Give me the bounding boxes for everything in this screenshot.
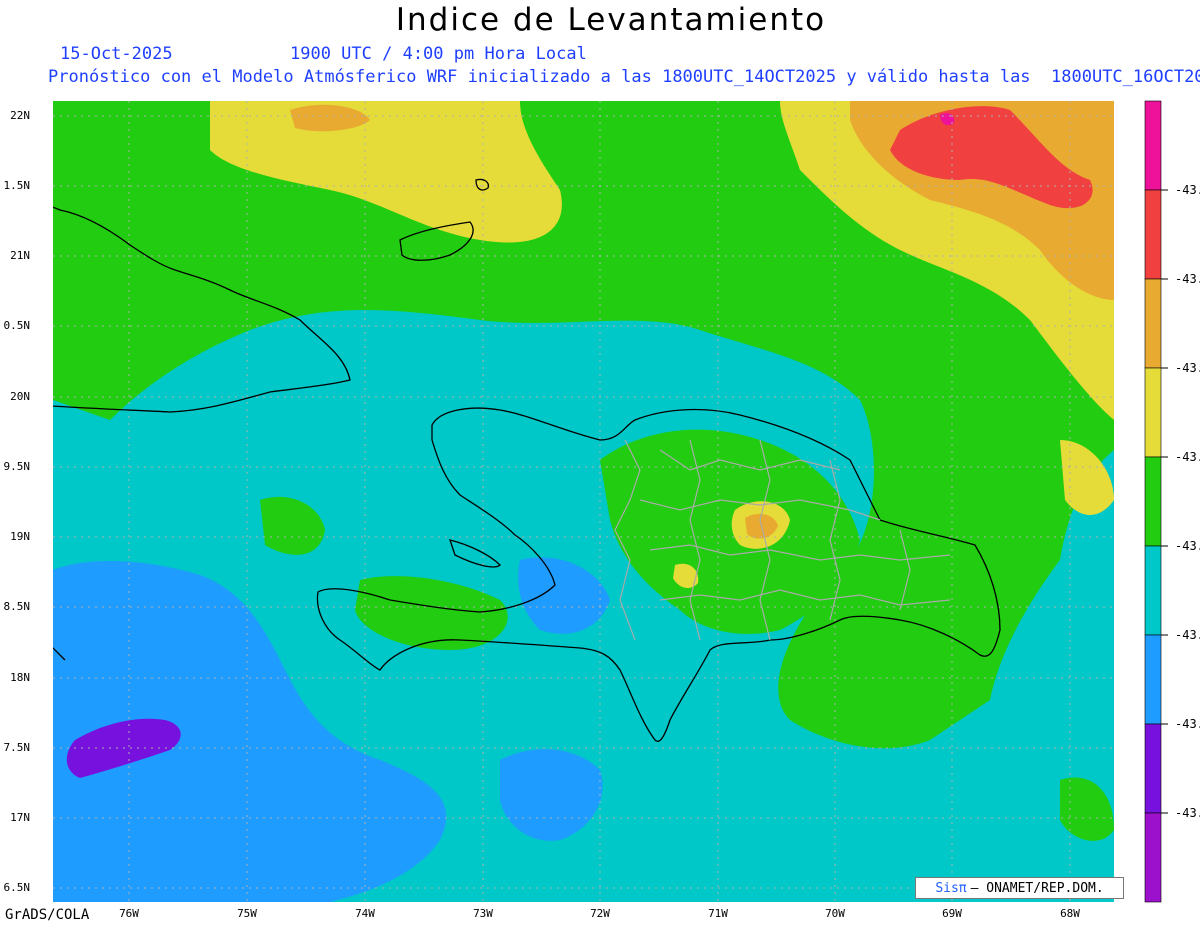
- lon-tick: 69W: [942, 907, 962, 920]
- colorbar: [1144, 100, 1162, 903]
- lat-tick: 1.5N: [3, 179, 31, 192]
- lon-tick: 71W: [708, 907, 728, 920]
- lat-tick: 6.5N: [3, 881, 31, 894]
- lon-tick: 68W: [1060, 907, 1080, 920]
- colorbar-label: -43.6: [1175, 628, 1200, 642]
- colorbar-ticks: [1161, 189, 1168, 814]
- colorbar-label: -43.4: [1175, 450, 1200, 464]
- lon-tick: 72W: [590, 907, 610, 920]
- lat-tick: 22N: [10, 109, 30, 122]
- colorbar-segment-6: [1144, 545, 1162, 636]
- colorbar-label: -43.5: [1175, 539, 1200, 553]
- lat-tick: 17N: [10, 811, 30, 824]
- colorbar-label: -43.8: [1175, 806, 1200, 820]
- lat-tick: 18N: [10, 671, 30, 684]
- colorbar-segment-4: [1144, 367, 1162, 458]
- lon-tick: 70W: [825, 907, 845, 920]
- lat-tick: 8.5N: [3, 600, 31, 613]
- credit-org: – ONAMET/REP.DOM.: [970, 880, 1104, 896]
- colorbar-segment-2: [1144, 189, 1162, 280]
- lat-tick: 21N: [10, 249, 30, 262]
- colorbar-segment-5: [1144, 456, 1162, 547]
- colorbar-segment-7: [1144, 634, 1162, 725]
- lat-tick: 7.5N: [3, 741, 31, 754]
- colorbar-segment-1: [1144, 100, 1162, 191]
- colorbar-segment-9: [1144, 812, 1162, 903]
- software-label: GrADS/COLA: [5, 907, 90, 923]
- lon-tick: 74W: [355, 907, 375, 920]
- colorbar-segment-3: [1144, 278, 1162, 369]
- colorbar-label: -43.2: [1175, 272, 1200, 286]
- field-layer: [53, 101, 1114, 902]
- colorbar-label: -43.1: [1175, 183, 1200, 197]
- colorbar-segment-8: [1144, 723, 1162, 814]
- colorbar-label: -43.3: [1175, 361, 1200, 375]
- credit-box: Sisπ – ONAMET/REP.DOM.: [915, 877, 1124, 899]
- lon-tick: 76W: [119, 907, 139, 920]
- lifted-index-map: [53, 100, 1168, 903]
- lat-tick: 19N: [10, 530, 30, 543]
- lat-tick: 20N: [10, 390, 30, 403]
- colorbar-label: -43.7: [1175, 717, 1200, 731]
- lon-tick: 75W: [237, 907, 257, 920]
- lat-tick: 0.5N: [3, 319, 31, 332]
- credit-brand: Sisπ: [935, 880, 967, 896]
- lon-tick: 73W: [473, 907, 493, 920]
- lat-tick: 9.5N: [3, 460, 31, 473]
